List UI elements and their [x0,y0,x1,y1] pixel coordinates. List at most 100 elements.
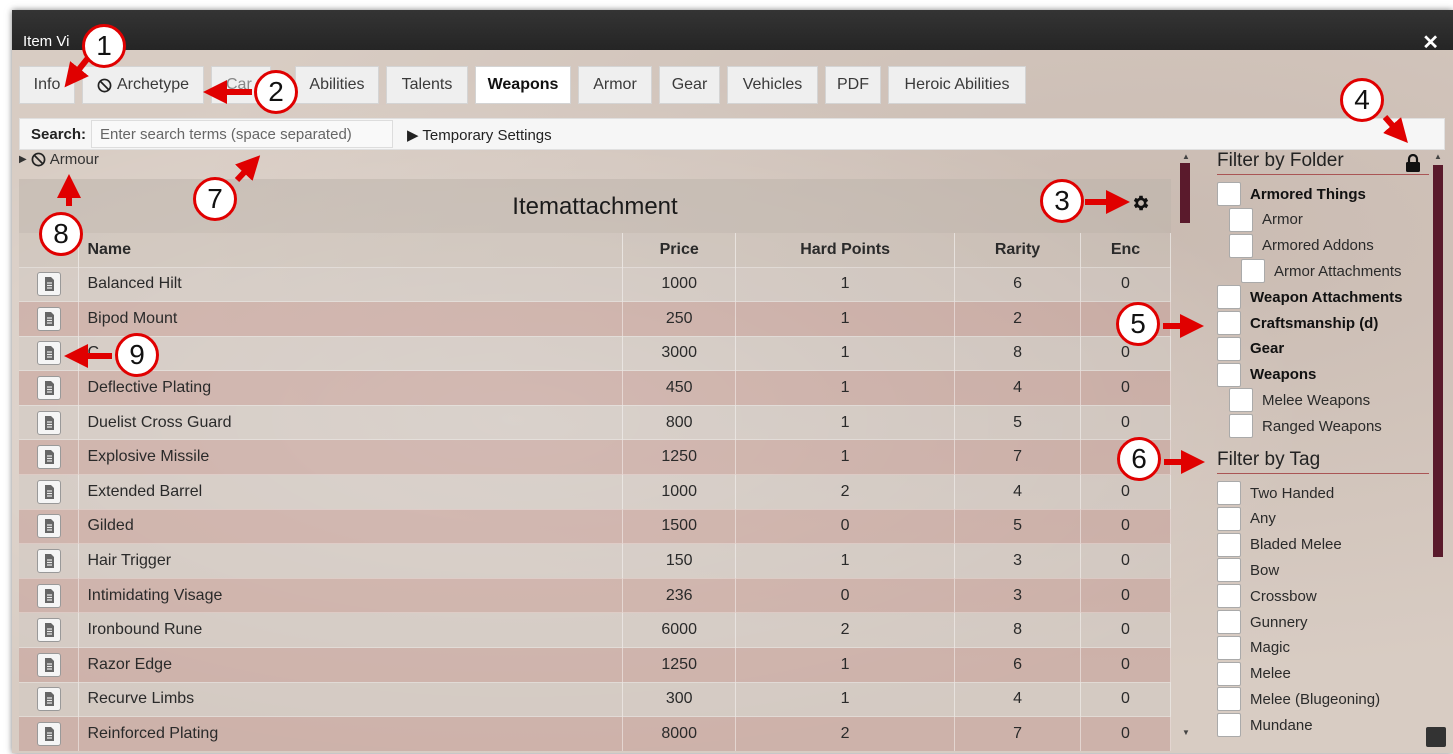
document-icon[interactable] [36,306,61,331]
document-icon[interactable] [36,376,61,401]
column-header-name[interactable]: Name [78,233,624,267]
item-name[interactable]: Extended Barrel [78,474,624,510]
close-icon[interactable]: ✕ [1422,30,1439,55]
document-icon[interactable] [36,618,61,643]
checkbox[interactable] [1217,182,1241,206]
checkbox[interactable] [1217,336,1241,361]
column-header-price[interactable]: Price [622,233,737,267]
tab-pdf[interactable]: PDF [825,66,881,104]
gear-icon[interactable] [1131,193,1151,213]
checkbox[interactable] [1217,481,1241,505]
tag-filter-item[interactable]: Two Handed [1217,481,1334,505]
column-header-enc[interactable]: Enc [1080,233,1171,267]
folder-filter-item[interactable]: Craftsmanship (d) [1217,311,1378,335]
table-row[interactable]: Reinforced Plating 8000 2 7 0 [19,716,1171,752]
tab-gear[interactable]: Gear [659,66,720,104]
column-header-hard-points[interactable]: Hard Points [735,233,956,267]
tag-filter-item[interactable]: Crossbow [1217,584,1317,609]
table-row[interactable]: Intimidating Visage 236 0 3 0 [19,577,1171,613]
folder-filter-item[interactable]: Armored Addons [1229,233,1374,258]
checkbox[interactable] [1217,661,1241,686]
main-scrollbar-thumb[interactable] [1180,163,1190,223]
checkbox[interactable] [1241,259,1265,284]
table-row[interactable]: Ironbound Rune 6000 2 8 0 [19,612,1171,648]
checkbox[interactable] [1229,388,1253,413]
resize-handle-icon[interactable] [1426,727,1446,747]
checkbox[interactable] [1229,233,1253,258]
checkbox[interactable] [1217,713,1241,738]
document-icon[interactable] [36,652,61,677]
item-name[interactable]: Intimidating Visage [78,577,624,613]
table-row[interactable]: Balanced Hilt 1000 1 6 0 [19,266,1171,302]
document-icon[interactable] [36,514,61,539]
tab-talents[interactable]: Talents [386,66,468,104]
sidebar-scroll-up-arrow[interactable]: ▲ [1434,152,1442,161]
checkbox[interactable] [1217,285,1241,310]
document-icon[interactable] [36,341,61,366]
folder-filter-item[interactable]: Weapon Attachments [1217,285,1403,310]
folder-filter-item[interactable]: Armored Things [1217,182,1366,206]
tag-filter-item[interactable]: Mundane [1217,713,1313,738]
tab-vehicles[interactable]: Vehicles [727,66,818,104]
tab-info[interactable]: Info [19,66,75,104]
column-header-rarity[interactable]: Rarity [954,233,1081,267]
checkbox[interactable] [1217,687,1241,712]
checkbox[interactable] [1217,532,1241,557]
checkbox[interactable] [1217,584,1241,609]
checkbox[interactable] [1217,506,1241,531]
checkbox[interactable] [1229,207,1253,232]
lock-icon[interactable] [1405,154,1421,172]
tab-archetype[interactable]: Archetype [82,66,204,104]
document-icon[interactable] [36,445,61,470]
table-row[interactable]: Extended Barrel 1000 2 4 0 [19,474,1171,510]
folder-filter-item[interactable]: Armor [1229,207,1303,232]
scroll-up-arrow[interactable]: ▲ [1182,152,1190,161]
scroll-down-arrow[interactable]: ▼ [1182,728,1190,737]
table-row[interactable]: C 3000 1 8 0 [19,335,1171,371]
table-row[interactable]: Razor Edge 1250 1 6 0 [19,647,1171,683]
tag-filter-item[interactable]: Melee (Blugeoning) [1217,687,1380,712]
item-name[interactable]: Balanced Hilt [78,266,624,302]
folder-filter-item[interactable]: Melee Weapons [1229,388,1370,413]
checkbox[interactable] [1217,558,1241,583]
item-name[interactable]: Recurve Limbs [78,681,624,717]
checkbox[interactable] [1217,311,1241,335]
table-row[interactable]: Deflective Plating 450 1 4 0 [19,370,1171,406]
checkbox[interactable] [1229,414,1253,439]
folder-filter-item[interactable]: Armor Attachments [1241,259,1402,284]
checkbox[interactable] [1217,362,1241,387]
table-row[interactable]: Hair Trigger 150 1 3 0 [19,543,1171,579]
table-row[interactable]: Duelist Cross Guard 800 1 5 0 [19,404,1171,440]
folder-breadcrumb[interactable]: ▶ Armour [19,151,99,168]
title-bar[interactable]: Item Vi ✕ [12,10,1453,54]
tag-filter-item[interactable]: Melee [1217,661,1291,686]
tab-abilities[interactable]: Abilities [295,66,379,104]
folder-filter-item[interactable]: Ranged Weapons [1229,414,1382,439]
item-name[interactable]: Ironbound Rune [78,612,624,648]
tag-filter-item[interactable]: Magic [1217,635,1290,660]
item-name[interactable]: Gilded [78,508,624,544]
sidebar-scrollbar-thumb[interactable] [1433,165,1443,557]
tab-weapons[interactable]: Weapons [475,66,571,104]
item-name[interactable]: Explosive Missile [78,439,624,475]
temporary-settings-toggle[interactable]: ▶ Temporary Settings [407,126,552,144]
tab-armor[interactable]: Armor [578,66,652,104]
tag-filter-item[interactable]: Gunnery [1217,610,1308,634]
item-name[interactable]: C [78,335,624,371]
item-name[interactable]: Duelist Cross Guard [78,404,624,440]
folder-filter-item[interactable]: Gear [1217,336,1284,361]
document-icon[interactable] [36,722,61,747]
folder-filter-item[interactable]: Weapons [1217,362,1316,387]
document-icon[interactable] [36,410,61,435]
tab-heroic-abilities[interactable]: Heroic Abilities [888,66,1026,104]
main-scrollbar[interactable]: ▲ ▼ [1180,152,1192,740]
search-input[interactable] [91,120,393,148]
item-name[interactable]: Hair Trigger [78,543,624,579]
table-row[interactable]: Recurve Limbs 300 1 4 0 [19,681,1171,717]
document-icon[interactable] [36,272,61,297]
checkbox[interactable] [1217,635,1241,660]
document-icon[interactable] [36,687,61,712]
tag-filter-item[interactable]: Bladed Melee [1217,532,1342,557]
table-row[interactable]: Gilded 1500 0 5 0 [19,508,1171,544]
document-icon[interactable] [36,583,61,608]
